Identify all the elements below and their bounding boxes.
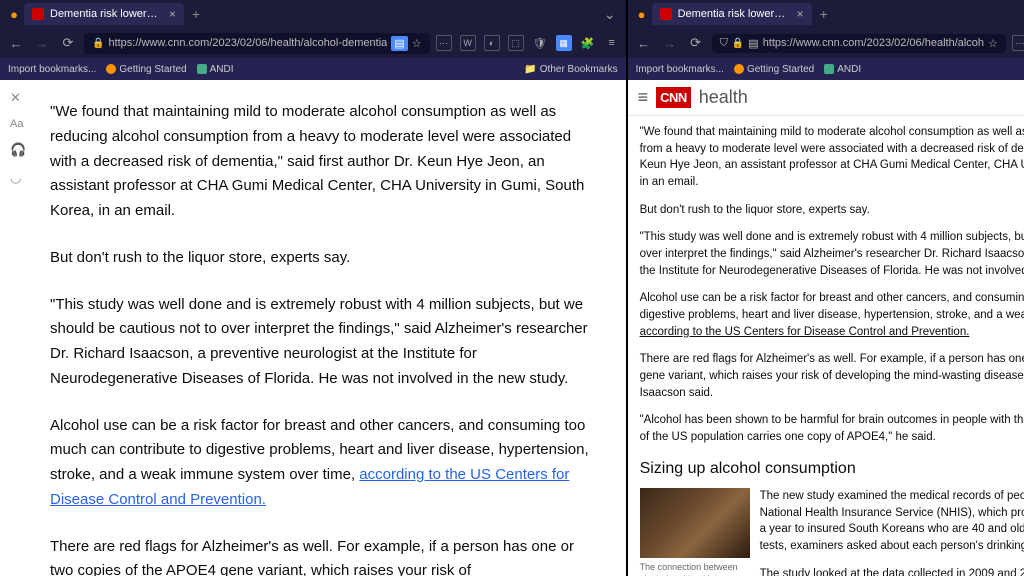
shield-icon[interactable]: ⛉	[720, 37, 728, 50]
paragraph: There are red flags for Alzheimer's as w…	[640, 351, 1024, 401]
firefox-icon[interactable]: ●	[4, 7, 24, 22]
menu-icon[interactable]: ≡	[604, 35, 620, 51]
bookmark-star-icon[interactable]: ☆	[988, 37, 998, 50]
toolbar-icons: ⋯ W ◐ ⬚ 🛡 ▦ 🧩 ≡	[436, 35, 620, 51]
paragraph: Alcohol use can be a risk factor for bre…	[640, 290, 1024, 340]
import-bookmarks[interactable]: Import bookmarks...	[8, 64, 96, 75]
hamburger-menu-icon[interactable]: ≡	[638, 87, 649, 108]
url-text: https://www.cnn.com/2023/02/06/health/al…	[763, 37, 984, 49]
browser-tab[interactable]: Dementia risk lowered with mil ×	[24, 3, 184, 25]
url-text: https://www.cnn.com/2023/02/06/health/al…	[108, 37, 387, 49]
font-settings-icon[interactable]: Aa	[10, 118, 26, 130]
url-input[interactable]: 🔒 https://www.cnn.com/2023/02/06/health/…	[84, 33, 430, 54]
ext-icon-2[interactable]: W	[460, 35, 476, 51]
getting-started-bookmark[interactable]: Getting Started	[734, 64, 814, 75]
toolbar-icons: ⋯ W ◐ ⬚ 🛡 ▦ 🧩 ≡	[1012, 35, 1024, 51]
article-content-left: "We found that maintaining mild to moder…	[0, 80, 626, 576]
paragraph: But don't rush to the liquor store, expe…	[640, 202, 1024, 219]
new-tab-button[interactable]: +	[192, 6, 200, 22]
paragraph: The study looked at the data collected i…	[760, 566, 1024, 576]
reload-button[interactable]: ⟳	[686, 35, 706, 51]
back-button[interactable]: ←	[6, 36, 26, 51]
reader-toggle-icon[interactable]: ▤	[748, 37, 758, 50]
lock-icon: 🔒	[732, 38, 744, 49]
paragraph: "This study was well done and is extreme…	[640, 229, 1024, 279]
browser-tab[interactable]: Dementia risk lowered with mil ×	[652, 3, 812, 25]
ext-icon-5[interactable]: ▦	[556, 35, 572, 51]
cnn-favicon	[660, 8, 672, 20]
firefox-icon[interactable]: ●	[632, 7, 652, 22]
ext-icon-3[interactable]: ◐	[484, 35, 500, 51]
bookmark-star-icon[interactable]: ☆	[412, 37, 422, 50]
article-image	[640, 488, 750, 558]
section-heading: Sizing up alcohol consumption	[640, 457, 1024, 480]
new-tab-button[interactable]: +	[820, 6, 828, 22]
cnn-logo[interactable]: CNN	[656, 87, 691, 108]
tab-bar: ● Dementia risk lowered with mil × + ⌄	[0, 0, 626, 28]
bookmarks-bar: Import bookmarks... Getting Started ANDI…	[0, 58, 626, 80]
article-content-right: "We found that maintaining mild to moder…	[628, 116, 1024, 576]
forward-button[interactable]: →	[32, 36, 52, 51]
ext-icon-4[interactable]: ⬚	[508, 35, 524, 51]
paragraph: "Alcohol has been shown to be harmful fo…	[640, 412, 1024, 445]
import-bookmarks[interactable]: Import bookmarks...	[636, 64, 724, 75]
paragraph: The new study examined the medical recor…	[760, 488, 1024, 555]
paragraph: Alcohol use can be a risk factor for bre…	[50, 414, 596, 513]
tab-close-icon[interactable]: ×	[797, 7, 804, 21]
forward-button[interactable]: →	[660, 36, 680, 51]
andi-bookmark[interactable]: ANDI	[197, 64, 234, 75]
address-bar: ← → ⟳ ⛉ 🔒 ▤ https://www.cnn.com/2023/02/…	[628, 28, 1024, 58]
bookmarks-bar: Import bookmarks... Getting Started ANDI…	[628, 58, 1024, 80]
tab-title: Dementia risk lowered with mil	[50, 8, 163, 20]
ext-icon-1[interactable]: ⋯	[436, 35, 452, 51]
listen-icon[interactable]: 🎧	[10, 142, 26, 158]
save-pocket-icon[interactable]: ◡	[10, 170, 26, 186]
shield-icon[interactable]: 🛡	[532, 35, 548, 51]
url-input[interactable]: ⛉ 🔒 ▤ https://www.cnn.com/2023/02/06/hea…	[712, 34, 1006, 53]
other-bookmarks[interactable]: 📁Other Bookmarks	[524, 64, 617, 75]
paragraph: "We found that maintaining mild to moder…	[640, 124, 1024, 191]
tab-title: Dementia risk lowered with mil	[678, 8, 791, 20]
paragraph: "This study was well done and is extreme…	[50, 293, 596, 392]
tab-bar: ● Dementia risk lowered with mil × + ⌄	[628, 0, 1024, 28]
reader-side-tools: ✕ Aa 🎧 ◡	[10, 90, 26, 186]
cnn-header: ≡ CNN health Audio Live TV Log In	[628, 80, 1024, 116]
reload-button[interactable]: ⟳	[58, 35, 78, 51]
close-reader-icon[interactable]: ✕	[10, 90, 26, 106]
lock-icon: 🔒	[92, 38, 104, 49]
address-bar: ← → ⟳ 🔒 https://www.cnn.com/2023/02/06/h…	[0, 28, 626, 58]
ext-icon-1[interactable]: ⋯	[1012, 35, 1024, 51]
back-button[interactable]: ←	[634, 36, 654, 51]
tab-close-icon[interactable]: ×	[169, 7, 176, 21]
section-health[interactable]: health	[699, 87, 748, 108]
getting-started-bookmark[interactable]: Getting Started	[106, 64, 186, 75]
tabs-dropdown-icon[interactable]: ⌄	[598, 6, 622, 23]
extensions-icon[interactable]: 🧩	[580, 35, 596, 51]
paragraph: There are red flags for Alzheimer's as w…	[50, 535, 596, 576]
image-caption: The connection between alcohol and healt…	[640, 562, 750, 576]
paragraph: But don't rush to the liquor store, expe…	[50, 246, 596, 271]
andi-bookmark[interactable]: ANDI	[824, 64, 861, 75]
cdc-link[interactable]: according to the US Centers for Disease …	[640, 326, 970, 338]
paragraph: "We found that maintaining mild to moder…	[50, 100, 596, 224]
cnn-favicon	[32, 8, 44, 20]
reader-icon[interactable]: ▤	[391, 36, 407, 51]
